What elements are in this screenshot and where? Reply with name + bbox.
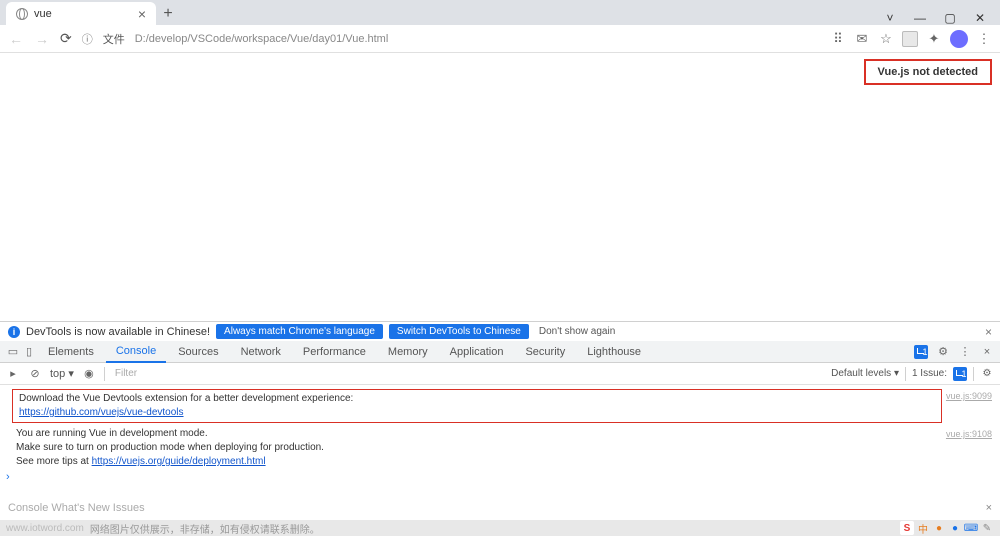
close-tab-icon[interactable]: × (138, 6, 146, 22)
vue-not-detected-badge: Vue.js not detected (864, 59, 992, 85)
issues-count-badge[interactable]: 1 (953, 367, 967, 381)
info-icon: i (8, 326, 20, 338)
tray-icon[interactable]: ● (932, 521, 946, 535)
tab-sources[interactable]: Sources (168, 341, 228, 363)
console-toolbar-right: Default levels ▾ 1 Issue: 1 ⚙ (831, 367, 994, 381)
devtools-tabs-right: 1 ⚙ ⋮ × (914, 345, 994, 359)
keyboard-icon[interactable]: ⌨ (964, 521, 978, 535)
tab-title: vue (34, 8, 52, 20)
clear-console-icon[interactable]: ⊘ (28, 367, 42, 380)
msg2-line2: Make sure to turn on production mode whe… (16, 441, 946, 455)
separator (905, 367, 906, 381)
maximize-icon[interactable]: ▢ (944, 11, 956, 25)
reload-icon[interactable]: ⟳ (60, 30, 72, 47)
msg2-source[interactable]: vue.js:9108 (946, 427, 992, 469)
console-toolbar: ▸ ⊘ top ▾ ◉ Filter Default levels ▾ 1 Is… (0, 363, 1000, 385)
banner-close-icon[interactable]: × (985, 325, 992, 339)
gear-icon[interactable]: ⚙ (936, 345, 950, 358)
console-gear-icon[interactable]: ⚙ (980, 368, 994, 379)
tab-lighthouse[interactable]: Lighthouse (577, 341, 651, 363)
drawer-tabs-text[interactable]: Console What's New Issues (8, 502, 145, 514)
watermark-host: www.iotword.com (6, 523, 84, 534)
star-icon[interactable]: ☆ (878, 31, 894, 47)
tab-performance[interactable]: Performance (293, 341, 376, 363)
dont-show-link[interactable]: Don't show again (539, 326, 615, 337)
vue-extension-icon[interactable] (902, 31, 918, 47)
tab-security[interactable]: Security (515, 341, 575, 363)
minimize-icon[interactable]: — (914, 11, 926, 25)
tab-memory[interactable]: Memory (378, 341, 438, 363)
console-message-2: You are running Vue in development mode.… (8, 427, 946, 469)
console-body: Download the Vue Devtools extension for … (0, 385, 1000, 485)
new-tab-button[interactable]: + (156, 3, 180, 25)
console-message-1: Download the Vue Devtools extension for … (12, 389, 942, 423)
extensions-icon[interactable]: ✦ (926, 31, 942, 47)
always-match-button[interactable]: Always match Chrome's language (216, 324, 383, 339)
tab-application[interactable]: Application (440, 341, 514, 363)
tray-icon[interactable]: 中 (916, 521, 930, 535)
separator (973, 367, 974, 381)
msg1-link[interactable]: https://github.com/vuejs/vue-devtools (19, 407, 184, 418)
addr-right: ⠿ ✉ ☆ ✦ ⋮ (830, 30, 992, 48)
devtools-tabs: ▭ ▯ Elements Console Sources Network Per… (0, 341, 1000, 363)
devtools-menu-icon[interactable]: ⋮ (958, 345, 972, 358)
banner-text: DevTools is now available in Chinese! (26, 326, 210, 338)
msg2-line3: See more tips at (16, 456, 92, 467)
file-icon: ⓘ (82, 31, 93, 47)
tray-icon[interactable]: ✎ (980, 521, 994, 535)
back-icon[interactable]: ← (8, 31, 24, 47)
url-scheme-label: 文件 (103, 31, 125, 47)
devtools-close-icon[interactable]: × (980, 346, 994, 358)
msg2-line1: You are running Vue in development mode. (16, 427, 946, 441)
console-sidebar-icon[interactable]: ▸ (6, 367, 20, 380)
page-viewport: Vue.js not detected (0, 53, 1000, 321)
tab-network[interactable]: Network (231, 341, 291, 363)
profile-avatar[interactable] (950, 30, 968, 48)
tab-console[interactable]: Console (106, 341, 166, 363)
separator (104, 367, 105, 381)
inspect-icon[interactable]: ▭ (6, 345, 20, 358)
chevron-down-icon[interactable]: ˅ (884, 11, 896, 25)
address-bar: ← → ⟳ ⓘ 文件 D:/develop/VSCode/workspace/V… (0, 25, 1000, 53)
watermark-text: 网络图片仅供展示，非存储，如有侵权请联系删除。 (90, 521, 320, 536)
msg2-link[interactable]: https://vuejs.org/guide/deployment.html (92, 456, 266, 467)
translate-icon[interactable]: ⠿ (830, 31, 846, 47)
msg1-text: Download the Vue Devtools extension for … (19, 392, 935, 406)
forward-icon: → (34, 31, 50, 47)
close-window-icon[interactable]: ✕ (974, 11, 986, 25)
console-prompt[interactable]: › (0, 469, 1000, 485)
context-selector[interactable]: top ▾ (50, 367, 74, 380)
menu-icon[interactable]: ⋮ (976, 31, 992, 47)
filter-input[interactable]: Filter (113, 368, 137, 379)
issues-badge[interactable]: 1 (914, 345, 928, 359)
issues-label: 1 Issue: (912, 368, 947, 379)
install-icon[interactable]: ✉ (854, 31, 870, 47)
browser-tab[interactable]: vue × (6, 2, 156, 25)
sogou-icon[interactable]: S (900, 521, 914, 535)
device-toggle-icon[interactable]: ▯ (22, 345, 36, 358)
tray-icons: S 中 ● ● ⌨ ✎ (900, 521, 994, 535)
browser-tab-bar: vue × + ˅ — ▢ ✕ (0, 0, 1000, 25)
globe-icon (16, 8, 28, 20)
drawer-close-icon[interactable]: × (986, 502, 992, 514)
window-controls: ˅ — ▢ ✕ (884, 7, 1000, 25)
tab-elements[interactable]: Elements (38, 341, 104, 363)
tray-icon[interactable]: ● (948, 521, 962, 535)
watermark-bar: www.iotword.com 网络图片仅供展示，非存储，如有侵权请联系删除。 … (0, 520, 1000, 536)
devtools-banner: i DevTools is now available in Chinese! … (0, 321, 1000, 341)
switch-devtools-button[interactable]: Switch DevTools to Chinese (389, 324, 529, 339)
eye-icon[interactable]: ◉ (82, 367, 96, 380)
msg1-source[interactable]: vue.js:9099 (946, 389, 992, 427)
levels-selector[interactable]: Default levels ▾ (831, 368, 899, 379)
drawer-tabs: Console What's New Issues × (0, 500, 1000, 518)
url-path[interactable]: D:/develop/VSCode/workspace/Vue/day01/Vu… (135, 33, 389, 45)
